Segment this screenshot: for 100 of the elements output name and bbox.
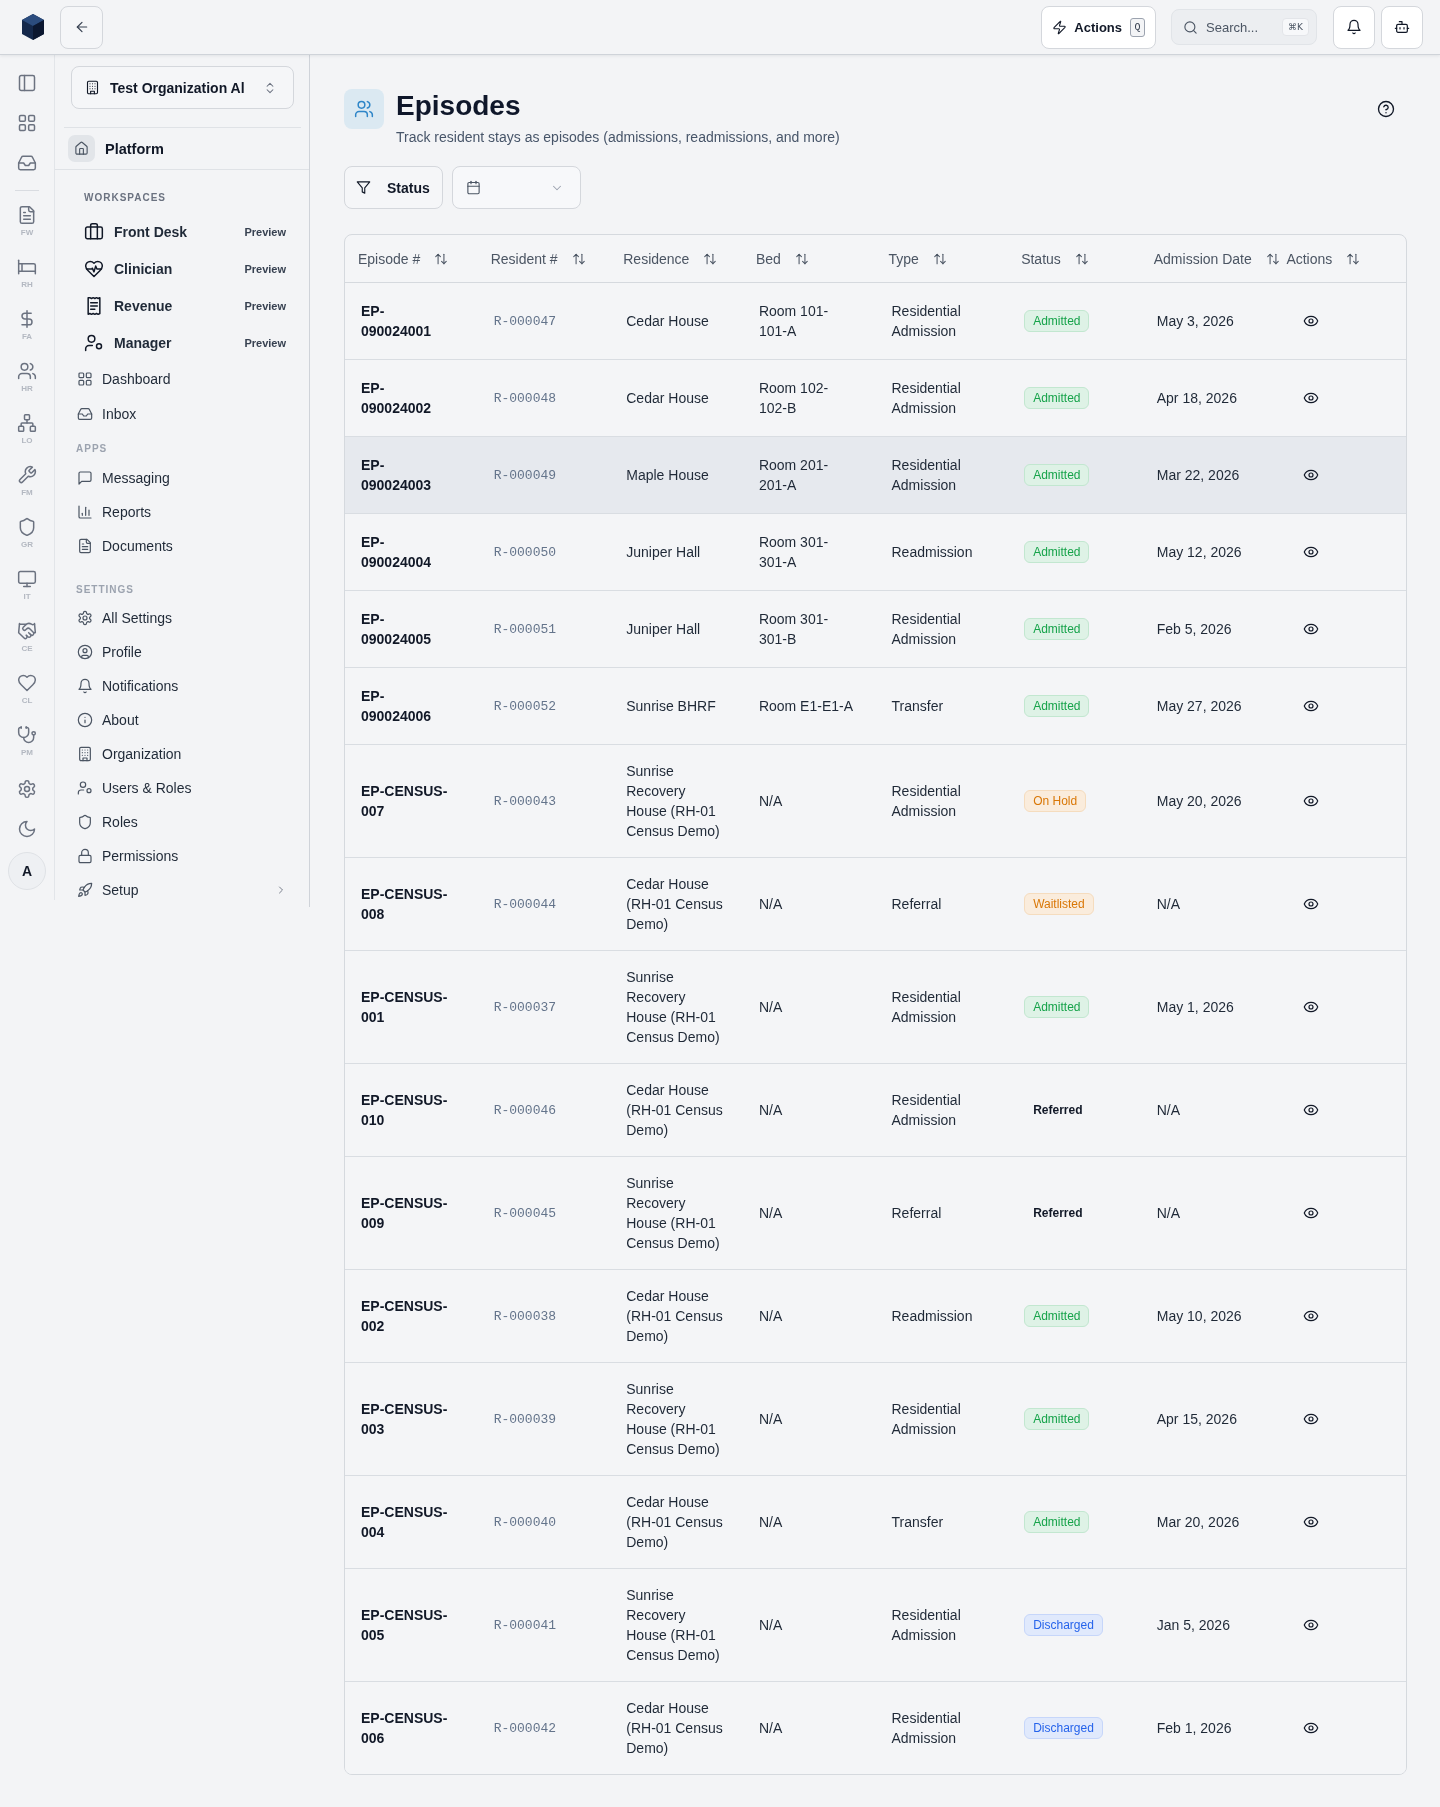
bed-label: N/A <box>758 1204 784 1223</box>
episode-id: EP-090024002 <box>361 379 433 418</box>
grid-icon[interactable] <box>17 113 37 133</box>
workspace-link[interactable]: Manager Preview <box>67 324 297 361</box>
residence-name: Cedar House (RH-01 Census Demo) <box>626 1493 724 1552</box>
episode-type: Residential Admission <box>891 302 962 341</box>
residence-name: Sunrise Recovery House (RH-01 Census Demo) <box>626 968 721 1047</box>
nav-item[interactable]: Setup <box>67 873 297 907</box>
nav-item[interactable]: All Settings <box>67 601 297 635</box>
nav-item[interactable]: Messaging <box>67 461 297 495</box>
episode-id: EP-CENSUS-010 <box>361 1091 449 1130</box>
document-icon <box>17 205 37 225</box>
user-avatar[interactable]: A <box>8 852 46 890</box>
residence-name: Maple House <box>626 466 710 485</box>
eye-icon[interactable] <box>1303 621 1320 637</box>
nav-item[interactable]: About <box>67 703 297 737</box>
workspace-link[interactable]: Revenue Preview <box>67 287 297 324</box>
inbox-icon[interactable] <box>17 153 37 173</box>
eye-icon[interactable] <box>1303 999 1320 1015</box>
nav-item[interactable]: Profile <box>67 635 297 669</box>
platform-link[interactable]: Platform <box>55 128 309 170</box>
column-header[interactable]: Admission Date <box>1153 250 1280 267</box>
sidebar-panel-icon[interactable] <box>17 73 37 93</box>
admission-date: Jan 5, 2026 <box>1156 1617 1230 1633</box>
episode-type: Residential Admission <box>891 610 962 649</box>
episode-id: EP-090024006 <box>361 687 433 726</box>
residence-name: Cedar House (RH-01 Census Demo) <box>626 1081 724 1140</box>
home-icon <box>68 135 95 162</box>
status-filter-button[interactable]: Status <box>344 166 443 209</box>
workspace-link[interactable]: Front Desk Preview <box>67 213 297 250</box>
eye-icon[interactable] <box>1303 1205 1320 1221</box>
eye-icon[interactable] <box>1303 698 1320 714</box>
nav-item[interactable]: Organization <box>67 737 297 771</box>
workspace-link[interactable]: Clinician Preview <box>67 250 297 287</box>
sort-icon <box>794 251 809 266</box>
resident-id: R-000038 <box>493 1309 557 1324</box>
residence-name: Cedar House <box>626 312 710 331</box>
column-header[interactable]: Actions <box>1286 250 1361 267</box>
episode-type: Residential Admission <box>891 379 962 418</box>
nav-item[interactable]: Inbox <box>67 396 297 431</box>
column-header[interactable]: Bed <box>755 250 809 267</box>
status-badge: Discharged <box>1024 1717 1103 1739</box>
sort-icon <box>571 251 586 266</box>
robot-icon <box>1394 19 1410 35</box>
nav-item[interactable]: Documents <box>67 529 297 563</box>
column-header[interactable]: Residence <box>623 250 718 267</box>
resident-id: R-000039 <box>493 1412 557 1427</box>
section-heading: SETTINGS <box>75 583 135 597</box>
status-badge: Waitlisted <box>1024 893 1094 915</box>
resident-id: R-000043 <box>493 794 557 809</box>
episode-id: EP-CENSUS-007 <box>361 782 449 821</box>
column-header[interactable]: Episode # <box>358 250 449 267</box>
eye-icon[interactable] <box>1303 1720 1320 1736</box>
bed-label: N/A <box>758 1719 784 1738</box>
eye-icon[interactable] <box>1303 467 1320 483</box>
bar-chart-icon <box>77 504 93 520</box>
table-row[interactable]: EP-090024003 R-000049 Maple House Room 201-201-A Residential Admission Admitted Mar 22, 2026 <box>345 437 1406 514</box>
column-header[interactable]: Type <box>888 250 947 267</box>
eye-icon[interactable] <box>1303 793 1320 809</box>
cube-logo-icon <box>21 13 45 41</box>
actions-button[interactable]: Actions Q <box>1041 5 1156 49</box>
settings-icon[interactable] <box>17 779 37 799</box>
episode-type: Residential Admission <box>891 456 962 495</box>
eye-icon[interactable] <box>1303 1102 1320 1118</box>
bed-label: Room 201-201-A <box>758 456 830 495</box>
residence-name: Juniper Hall <box>626 543 702 562</box>
eye-icon[interactable] <box>1303 390 1320 406</box>
status-badge: Admitted <box>1024 310 1090 332</box>
episode-id: EP-CENSUS-004 <box>361 1503 449 1542</box>
resident-id: R-000050 <box>493 545 557 560</box>
eye-icon[interactable] <box>1303 1514 1320 1530</box>
eye-icon[interactable] <box>1303 544 1320 560</box>
moon-icon[interactable] <box>17 819 37 839</box>
status-badge: Discharged <box>1024 1614 1103 1636</box>
nav-item[interactable]: Permissions <box>67 839 297 873</box>
residence-name: Cedar House <box>626 389 710 408</box>
status-badge: Admitted <box>1024 387 1090 409</box>
nav-item[interactable]: Users & Roles <box>67 771 297 805</box>
resident-id: R-000045 <box>493 1206 557 1221</box>
nav-item[interactable]: Dashboard <box>67 361 297 396</box>
eye-icon[interactable] <box>1303 1617 1320 1633</box>
nav-item[interactable]: Notifications <box>67 669 297 703</box>
eye-icon[interactable] <box>1303 1308 1320 1324</box>
bed-label: Room 102-102-B <box>758 379 830 418</box>
handshake-icon <box>17 621 37 641</box>
eye-icon[interactable] <box>1303 896 1320 912</box>
column-header[interactable]: Resident # <box>490 250 586 267</box>
nav-item[interactable]: Roles <box>67 805 297 839</box>
column-header[interactable]: Status <box>1021 250 1089 267</box>
assistant-button[interactable] <box>1381 5 1423 49</box>
notifications-button[interactable] <box>1333 5 1375 49</box>
admission-date: Feb 1, 2026 <box>1156 1720 1232 1736</box>
help-icon[interactable] <box>1377 100 1395 118</box>
eye-icon[interactable] <box>1303 1411 1320 1427</box>
organization-switcher[interactable]: Test Organization Al <box>71 66 294 109</box>
nav-item[interactable]: Reports <box>67 495 297 529</box>
admission-date: N/A <box>1156 896 1181 912</box>
eye-icon[interactable] <box>1303 313 1320 329</box>
building-icon <box>77 746 93 762</box>
bed-label: Room 301-301-B <box>758 610 830 649</box>
